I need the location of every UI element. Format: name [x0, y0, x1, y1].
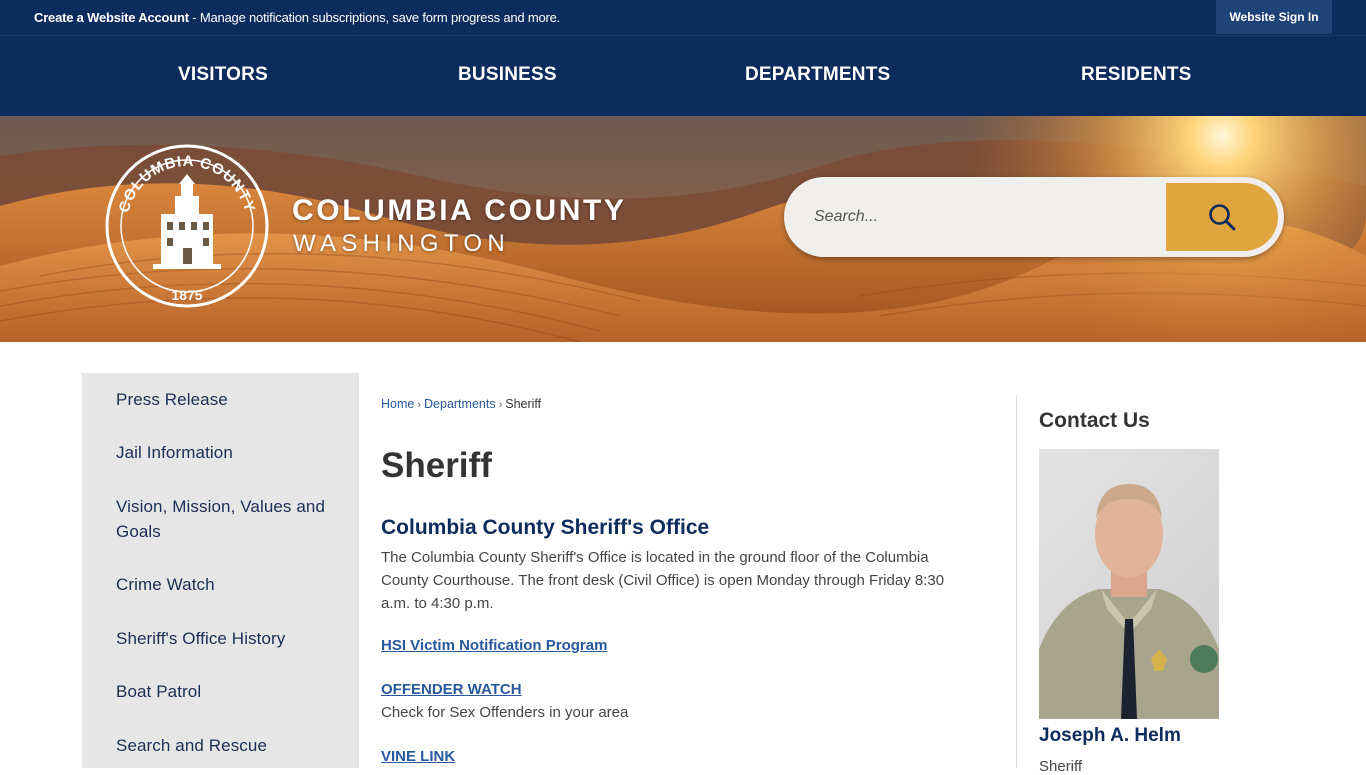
brand-title: COLUMBIA COUNTY — [292, 194, 627, 227]
sign-in-button[interactable]: Website Sign In — [1216, 0, 1332, 34]
breadcrumb: Home › Departments › Sheriff — [381, 397, 541, 411]
offender-watch-description: Check for Sex Offenders in your area — [381, 704, 629, 721]
county-seal-logo[interactable]: COLUMBIA COUNTY 1875 — [105, 144, 270, 309]
brand-subtitle: WASHINGTON — [293, 230, 511, 257]
account-banner: Create a Website Account - Manage notifi… — [34, 10, 560, 25]
vine-link[interactable]: VINE LINK — [381, 748, 455, 765]
site-search — [784, 177, 1284, 257]
nav-business[interactable]: BUSINESS — [458, 64, 557, 86]
column-divider — [1016, 395, 1017, 768]
hsi-victim-notification-link[interactable]: HSI Victim Notification Program — [381, 637, 607, 654]
search-input[interactable] — [814, 199, 1154, 235]
breadcrumb-home[interactable]: Home — [381, 397, 414, 411]
sidebar-item-search-rescue[interactable]: Search and Rescue — [116, 733, 336, 758]
sidebar-item-office-history[interactable]: Sheriff's Office History — [116, 626, 336, 651]
sidebar-item-press-release[interactable]: Press Release — [116, 387, 336, 412]
search-button[interactable] — [1166, 183, 1278, 251]
sidebar-item-crime-watch[interactable]: Crime Watch — [116, 572, 336, 597]
breadcrumb-departments[interactable]: Departments — [424, 397, 496, 411]
contact-role: Sheriff — [1039, 758, 1083, 775]
nav-residents[interactable]: RESIDENTS — [1081, 64, 1192, 86]
top-utility-bar: Create a Website Account - Manage notifi… — [0, 0, 1366, 35]
sheriff-portrait-image — [1039, 484, 1219, 719]
search-icon — [1209, 204, 1236, 231]
breadcrumb-current: Sheriff — [505, 397, 542, 411]
intro-paragraph: The Columbia County Sheriff's Office is … — [381, 549, 945, 612]
sheriff-photo — [1039, 449, 1219, 719]
breadcrumb-separator: › — [417, 399, 422, 411]
breadcrumb-separator: › — [498, 399, 503, 411]
main-navigation: VISITORS BUSINESS DEPARTMENTS RESIDENTS — [0, 35, 1366, 116]
contact-name[interactable]: Joseph A. Helm — [1039, 725, 1181, 747]
sidebar-nav: Press Release Jail Information Vision, M… — [82, 373, 359, 768]
nav-visitors[interactable]: VISITORS — [178, 64, 268, 86]
section-heading: Columbia County Sheriff's Office — [381, 516, 710, 539]
nav-departments[interactable]: DEPARTMENTS — [745, 64, 890, 86]
contact-us-heading: Contact Us — [1039, 409, 1150, 432]
sidebar-item-boat-patrol[interactable]: Boat Patrol — [116, 679, 336, 704]
create-account-link[interactable]: Create a Website Account — [34, 10, 189, 25]
page-title: Sheriff — [381, 446, 492, 485]
sidebar-item-jail-information[interactable]: Jail Information — [116, 440, 336, 465]
seal-year: 1875 — [171, 287, 202, 303]
offender-watch-link[interactable]: OFFENDER WATCH — [381, 681, 522, 698]
sidebar-item-vision-mission[interactable]: Vision, Mission, Values and Goals — [116, 494, 336, 544]
account-description: - Manage notification subscriptions, sav… — [192, 10, 561, 25]
